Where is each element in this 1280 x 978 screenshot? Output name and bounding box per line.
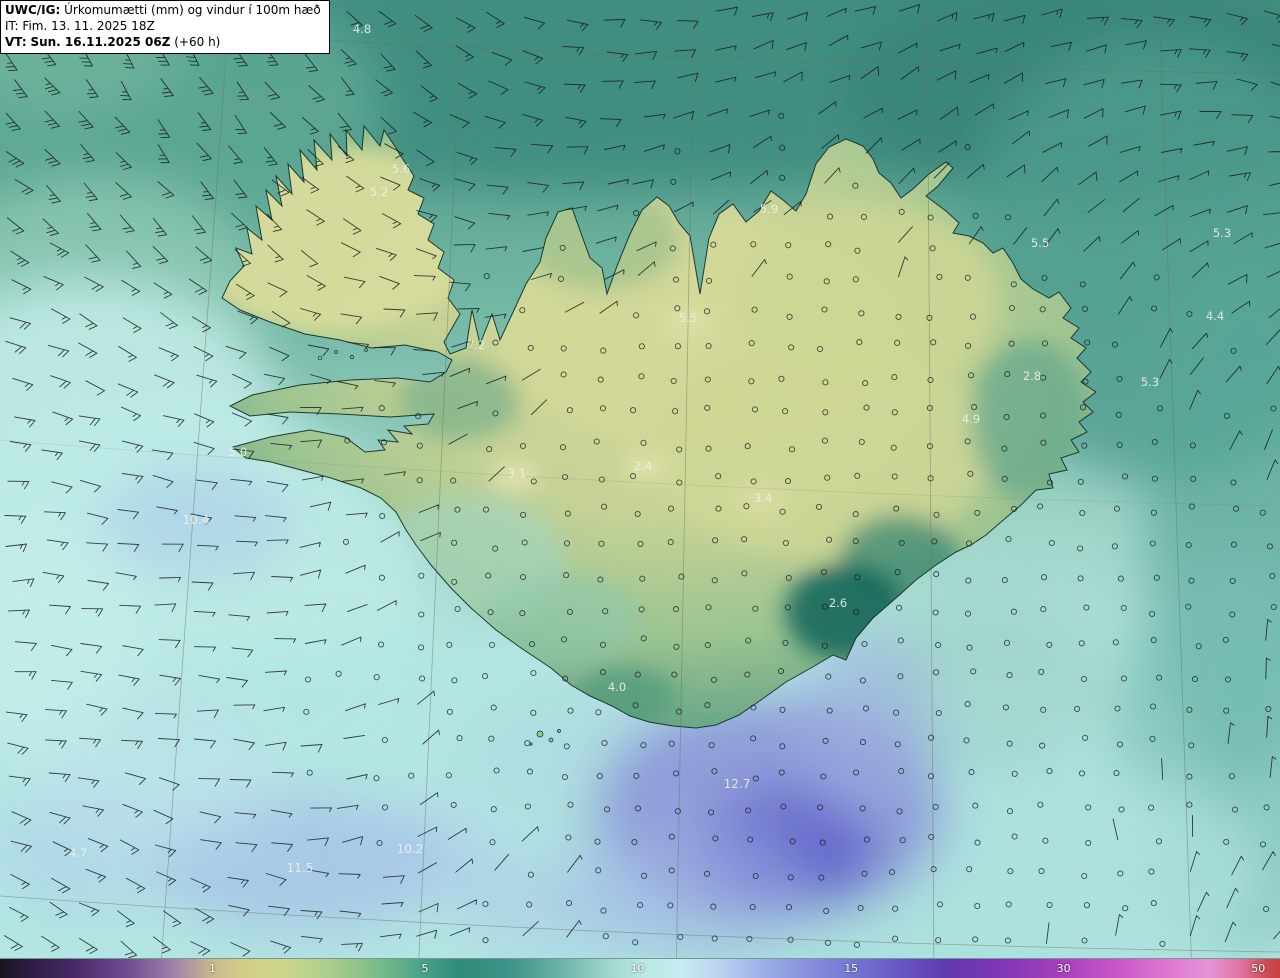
valid-time-value: Sun. 16.11.2025 06Z — [30, 34, 171, 49]
colorbar-ticks: 1 5 10 15 30 50 — [0, 959, 1280, 978]
map-title-line: UWC/IG: Úrkomumætti (mm) og vindur í 100… — [5, 3, 321, 19]
colorbar-tick-10: 10 — [630, 962, 645, 975]
map-value-label: 5.3 — [1213, 226, 1231, 240]
map-value-label: 4.8 — [353, 22, 371, 36]
map-value-label: 5.5 — [1031, 236, 1049, 250]
valid-time-line: VT: Sun. 16.11.2025 06Z (+60 h) — [5, 35, 321, 51]
island-dot — [334, 350, 338, 354]
map-value-label: 5.6 — [392, 162, 410, 176]
colorbar-tick-5: 5 — [421, 962, 429, 975]
map-value-label: 2.8 — [1023, 369, 1041, 383]
init-time-line: IT: Fim. 13. 11. 2025 18Z — [5, 19, 321, 35]
map-value-label: 4.7 — [69, 846, 87, 860]
map-value-label: 4.9 — [962, 412, 980, 426]
map-title-box: UWC/IG: Úrkomumætti (mm) og vindur í 100… — [0, 0, 330, 55]
valid-time-label: VT: — [5, 34, 27, 49]
island-dot — [557, 729, 561, 733]
map-value-label: 7.2 — [467, 338, 485, 352]
island-dot — [317, 355, 323, 361]
colorbar-tick-50: 50 — [1251, 962, 1266, 975]
init-time-value: Fim. 13. 11. 2025 18Z — [22, 18, 155, 33]
island-dot — [364, 348, 368, 352]
map-value-label: 11.5 — [287, 861, 314, 875]
island-dot — [536, 730, 544, 738]
island-dot — [350, 355, 354, 359]
map-value-label: 5.9 — [760, 202, 778, 216]
map-value-label: 5.2 — [370, 185, 388, 199]
precip-colorbar: 1 5 10 15 30 50 — [0, 958, 1280, 978]
map-value-label: 5.5 — [679, 311, 697, 325]
map-value-label: 2.4 — [634, 459, 652, 473]
map-value-label: 5.0 — [229, 445, 247, 459]
map-value-label: 3.1 — [508, 466, 526, 480]
colorbar-tick-30: 30 — [1056, 962, 1071, 975]
map-value-label: 10.4 — [183, 513, 210, 527]
map-value-label: 4.0 — [608, 680, 626, 694]
island-dot — [548, 737, 554, 743]
map-value-label: 2.6 — [829, 596, 847, 610]
weather-map-page: { "header": { "title_label": "UWC/IG:", … — [0, 0, 1280, 978]
colorbar-tick-15: 15 — [844, 962, 859, 975]
map-value-label: 3.4 — [754, 491, 772, 505]
map-value-label: 5.3 — [1141, 375, 1159, 389]
map-value-label: 4.4 — [1206, 309, 1224, 323]
map-value-label: 12.7 — [724, 777, 751, 791]
product-label: UWC/IG: — [5, 3, 61, 17]
init-time-label: IT: — [5, 18, 19, 33]
valid-time-offset: (+60 h) — [174, 34, 221, 49]
map-value-label: 10.2 — [397, 842, 424, 856]
weather-map: 4.8 5.6 5.2 5.9 5.5 5.3 4.4 5.5 7.2 2.8 5.3 4.9 5.0 3… — [0, 0, 1280, 958]
product-title: Úrkomumætti (mm) og vindur í 100m hæð — [64, 3, 321, 17]
colorbar-tick-1: 1 — [208, 962, 216, 975]
